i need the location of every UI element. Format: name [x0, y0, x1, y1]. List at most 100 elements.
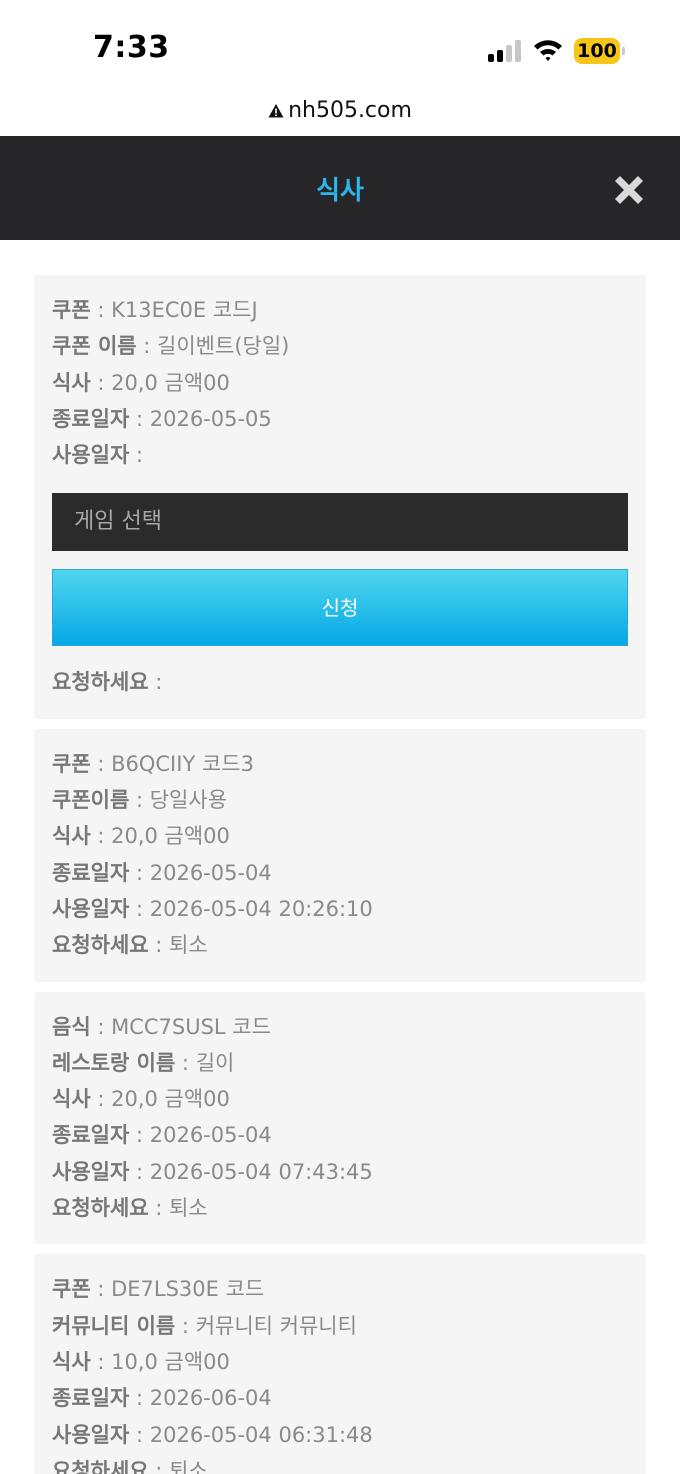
field-separator: :	[97, 298, 105, 322]
field-label: 사용일자	[52, 443, 130, 468]
close-icon[interactable]	[611, 172, 647, 208]
field-separator: :	[135, 1123, 144, 1148]
field-value: 2026-06-04	[149, 1386, 272, 1411]
status-bar: 7:33 100	[0, 0, 680, 92]
field-label: 음식	[52, 1014, 91, 1039]
field-value: 2026-05-05	[149, 406, 272, 431]
field-separator: :	[135, 1422, 144, 1447]
coupon-row: 레스토랑 이름 : 길이	[52, 1045, 628, 1081]
field-value: 20,0 금액00	[111, 824, 230, 849]
coupon-row: 사용일자 : 2026-05-04 07:43:45	[52, 1154, 628, 1190]
field-separator: :	[97, 370, 105, 395]
coupon-row: 식사 : 20,0 금액00	[52, 1081, 628, 1117]
coupon-row: 식사 : 20,0 금액00	[52, 818, 628, 854]
field-value: 2026-05-04	[149, 1123, 272, 1148]
coupon-list: 쿠폰 : K13EC0E 코드J 쿠폰 이름 : 길이벤트(당일) 식사 : 2…	[34, 275, 646, 1474]
field-label: 식사	[52, 1087, 91, 1112]
field-separator: :	[97, 1014, 105, 1039]
coupon-row: 식사 : 20,0 금액00	[52, 365, 628, 401]
field-separator: :	[181, 1050, 189, 1075]
field-value: 2026-05-04 07:43:45	[149, 1159, 373, 1184]
field-value: 2026-05-04 06:31:48	[149, 1422, 373, 1447]
coupon-card: 쿠폰 : K13EC0E 코드J 쿠폰 이름 : 길이벤트(당일) 식사 : 2…	[34, 275, 646, 719]
field-label: 사용일자	[52, 1159, 130, 1184]
coupon-card: 쿠폰 : DE7LS30E 코드 커뮤니티 이름 : 커뮤니티 커뮤니티 식사 …	[34, 1254, 646, 1474]
field-label: 종료일자	[52, 1123, 130, 1148]
field-separator: :	[155, 1196, 163, 1221]
coupon-row: 요청하세요 : 퇴소	[52, 1453, 628, 1474]
coupon-row: 쿠폰 이름 : 길이벤트(당일)	[52, 328, 628, 364]
wifi-icon	[534, 40, 562, 61]
coupon-row: 커뮤니티 이름 : 커뮤니티 커뮤니티	[52, 1308, 628, 1344]
field-label: 종료일자	[52, 860, 130, 885]
field-label: 쿠폰	[52, 298, 91, 322]
field-value: 퇴소	[169, 1196, 208, 1221]
field-separator: :	[155, 933, 163, 958]
field-value: 20,0 금액00	[111, 1087, 230, 1112]
status-time: 7:33	[93, 30, 170, 65]
field-separator: :	[97, 1087, 105, 1112]
field-label: 레스토랑 이름	[52, 1050, 176, 1075]
coupon-row: 쿠폰 : K13EC0E 코드J	[52, 292, 628, 328]
field-label: 쿠폰	[52, 751, 91, 776]
field-value: DE7LS30E 코드	[111, 1277, 265, 1302]
request-status-row: 요청하세요 :	[52, 664, 628, 700]
field-label: 쿠폰이름	[52, 788, 130, 813]
field-label: 요청하세요	[52, 1458, 149, 1474]
field-label: 식사	[52, 824, 91, 849]
field-label: 식사	[52, 370, 91, 395]
field-label: 요청하세요	[52, 933, 149, 958]
coupon-row: 요청하세요 : 퇴소	[52, 927, 628, 963]
field-value: 길이	[195, 1050, 235, 1075]
coupon-row: 음식 : MCC7SUSL 코드	[52, 1009, 628, 1045]
field-label: 커뮤니티 이름	[52, 1313, 176, 1338]
field-label: 쿠폰 이름	[52, 334, 137, 359]
field-label: 종료일자	[52, 406, 130, 431]
field-value: 퇴소	[169, 1458, 208, 1474]
coupon-row: 쿠폰 : DE7LS30E 코드	[52, 1271, 628, 1307]
battery-icon: 100	[574, 38, 625, 64]
field-separator: :	[97, 1277, 105, 1302]
field-value: 20,0 금액00	[111, 370, 230, 395]
coupon-row: 종료일자 : 2026-05-05	[52, 401, 628, 437]
field-separator: :	[135, 1386, 144, 1411]
field-label: 식사	[52, 1349, 91, 1374]
coupon-row: 종료일자 : 2026-06-04	[52, 1380, 628, 1416]
field-separator: :	[97, 751, 105, 776]
coupon-row: 쿠폰이름 : 당일사용	[52, 782, 628, 818]
field-separator: :	[155, 670, 163, 695]
coupon-row: 사용일자 :	[52, 437, 628, 473]
field-separator: :	[143, 334, 151, 359]
field-value: MCC7SUSL 코드	[111, 1014, 271, 1039]
coupon-row: 종료일자 : 2026-05-04	[52, 855, 628, 891]
field-separator: :	[97, 1349, 105, 1374]
coupon-row: 종료일자 : 2026-05-04	[52, 1117, 628, 1153]
field-value: 커뮤니티 커뮤니티	[195, 1313, 357, 1338]
coupon-row: 사용일자 : 2026-05-04 20:26:10	[52, 891, 628, 927]
coupon-card: 쿠폰 : B6QCIIY 코드3 쿠폰이름 : 당일사용 식사 : 20,0 금…	[34, 728, 646, 982]
field-separator: :	[181, 1313, 189, 1338]
coupon-row: 식사 : 10,0 금액00	[52, 1344, 628, 1380]
field-value: 2026-05-04	[149, 860, 272, 885]
url-text: nh505.com	[288, 98, 412, 123]
field-label: 사용일자	[52, 896, 130, 921]
field-value: 길이벤트(당일)	[157, 334, 290, 359]
field-value: 10,0 금액00	[111, 1349, 230, 1374]
field-value: 2026-05-04 20:26:10	[149, 896, 373, 921]
warning-icon	[268, 103, 284, 117]
field-separator: :	[135, 443, 144, 468]
coupon-row: 사용일자 : 2026-05-04 06:31:48	[52, 1417, 628, 1453]
field-separator: :	[135, 788, 144, 813]
field-separator: :	[135, 1159, 144, 1184]
page-title: 식사	[316, 176, 364, 206]
coupon-row: 쿠폰 : B6QCIIY 코드3	[52, 746, 628, 782]
apply-button[interactable]: 신청	[52, 569, 628, 647]
coupon-row: 요청하세요 : 퇴소	[52, 1190, 628, 1226]
field-value: K13EC0E 코드J	[111, 298, 258, 322]
field-value: 퇴소	[169, 933, 208, 958]
game-select[interactable]: 게임 선택	[52, 493, 628, 552]
field-separator: :	[135, 406, 144, 431]
url-bar[interactable]: nh505.com	[0, 92, 680, 136]
field-separator: :	[135, 860, 144, 885]
field-label: 요청하세요	[52, 670, 149, 695]
